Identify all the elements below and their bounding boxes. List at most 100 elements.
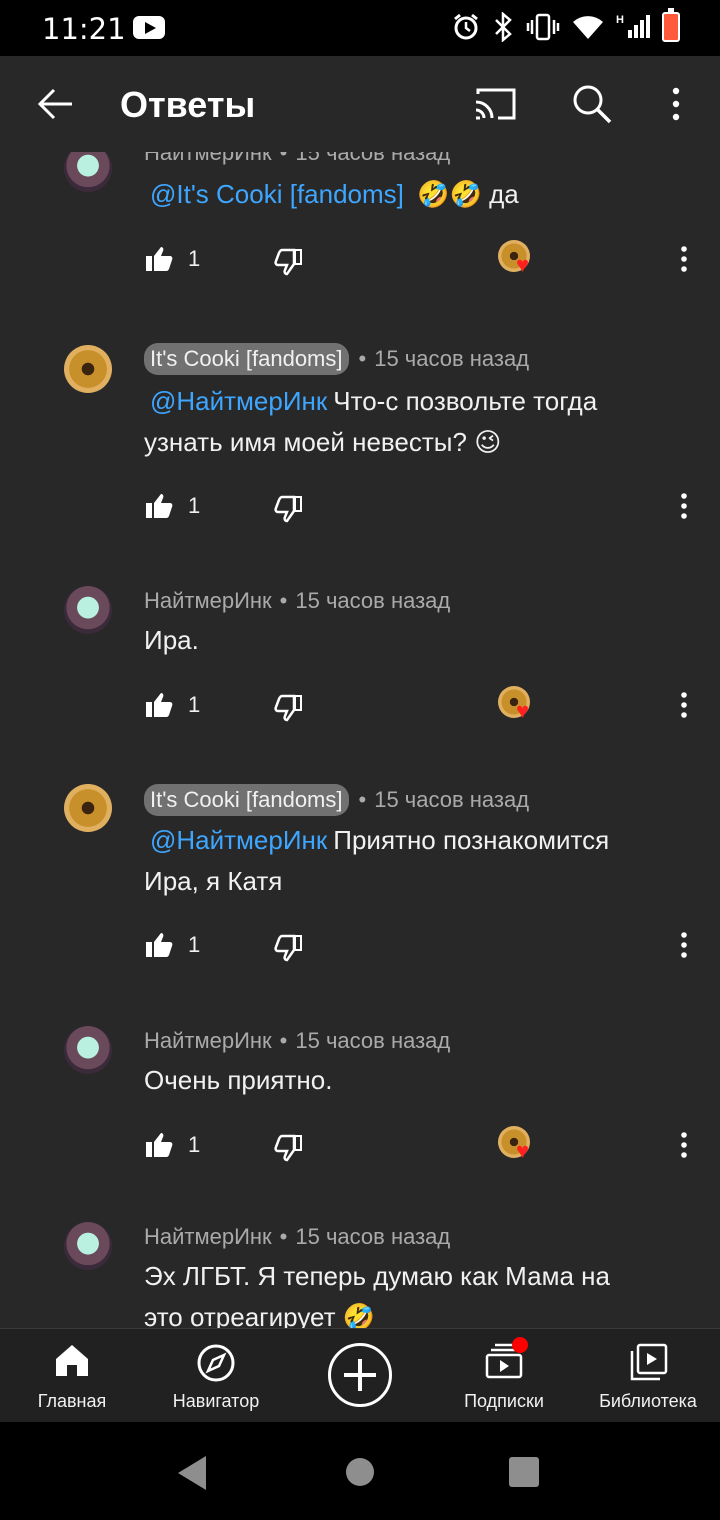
more-options-icon[interactable] — [662, 86, 690, 122]
comment-author[interactable]: НайтмерИнк — [144, 1224, 272, 1250]
avatar[interactable] — [64, 586, 112, 634]
avatar[interactable] — [64, 1026, 112, 1074]
comment-author[interactable]: НайтмерИнк — [144, 152, 272, 166]
like-count: 1 — [188, 493, 201, 518]
avatar[interactable] — [64, 1222, 112, 1270]
comment-author[interactable]: НайтмерИнк — [144, 588, 272, 614]
alarm-icon — [454, 13, 478, 40]
like-icon[interactable] — [145, 493, 175, 519]
battery-icon — [662, 8, 680, 42]
comment-text-content: Ира. — [144, 625, 199, 655]
comment-actions: 1 ♥ — [0, 1126, 720, 1166]
system-navigation-bar — [0, 1422, 720, 1520]
compass-icon — [197, 1344, 235, 1382]
cast-icon[interactable] — [474, 86, 518, 122]
like-count: 1 — [188, 246, 201, 271]
like-count: 1 — [188, 692, 201, 717]
dislike-icon[interactable] — [273, 694, 303, 722]
comment-more-icon[interactable] — [676, 244, 692, 274]
like-icon[interactable] — [145, 1132, 175, 1158]
heart-icon: ♥ — [516, 252, 530, 277]
like-icon[interactable] — [145, 692, 175, 718]
system-recents-icon[interactable] — [509, 1457, 539, 1487]
status-icons: H — [452, 8, 680, 42]
comment-text-line: узнать имя моей невесты? — [144, 427, 467, 457]
comment-emoji: 😉 — [474, 428, 502, 458]
comment-meta: НайтмерИнк • 15 часов назад — [144, 152, 450, 166]
back-arrow-icon[interactable] — [36, 84, 76, 124]
comment-text: Ира. — [144, 620, 684, 661]
mention-link[interactable]: @It's Cooki [fandoms] — [150, 179, 404, 209]
separator-dot: • — [358, 346, 367, 371]
cellular-signal-icon: H — [616, 14, 650, 40]
comment-emoji: 🤣 — [342, 1303, 376, 1328]
comment-meta: It's Cooki [fandoms] • 15 часов назад — [144, 343, 529, 375]
comment-meta: It's Cooki [fandoms] • 15 часов назад — [144, 784, 529, 816]
dislike-icon[interactable] — [273, 248, 303, 276]
comment-text: @It's Cooki [fandoms] 🤣🤣 да — [144, 174, 684, 216]
comment-author-chip[interactable]: It's Cooki [fandoms] — [144, 343, 349, 375]
separator-dot: • — [279, 152, 288, 165]
dislike-icon[interactable] — [273, 495, 303, 523]
comment-time: 15 часов назад — [295, 588, 451, 613]
page-title: Ответы — [120, 84, 256, 125]
nav-home[interactable]: Главная — [0, 1329, 144, 1423]
separator-dot: • — [358, 787, 367, 812]
dislike-icon[interactable] — [273, 1134, 303, 1162]
wifi-icon — [573, 16, 603, 39]
comment-text: Очень приятно. — [144, 1060, 684, 1101]
comment-text-line: Эх ЛГБТ. Я теперь думаю как Мама на — [144, 1261, 610, 1291]
comment-text-line: это отреагирует — [144, 1302, 336, 1328]
comment-more-icon[interactable] — [676, 930, 692, 960]
mention-link[interactable]: @НайтмерИнк — [150, 386, 327, 416]
avatar[interactable] — [64, 784, 112, 832]
comment-text-line: Приятно познакомится — [333, 825, 610, 855]
comment-text-line: Что-с позвольте тогда — [333, 386, 598, 416]
mention-link[interactable]: @НайтмерИнк — [150, 825, 327, 855]
comment-emoji: 🤣🤣 — [417, 180, 482, 210]
like-icon[interactable] — [145, 932, 175, 958]
nav-explore-label: Навигатор — [172, 1391, 260, 1411]
comment-meta: НайтмерИнк • 15 часов назад — [144, 1224, 450, 1250]
nav-explore[interactable]: Навигатор — [144, 1329, 288, 1423]
comment-text-content: да — [489, 179, 519, 209]
separator-dot: • — [279, 588, 288, 613]
comment-meta: НайтмерИнк • 15 часов назад — [144, 1028, 450, 1054]
comment-more-icon[interactable] — [676, 1130, 692, 1160]
vibrate-icon — [526, 13, 560, 41]
home-icon — [56, 1345, 88, 1376]
system-home-icon[interactable] — [346, 1458, 374, 1486]
comment-time: 15 часов назад — [374, 787, 530, 812]
app-bar: Ответы — [0, 56, 720, 152]
nav-subscriptions-label: Подписки — [464, 1391, 544, 1411]
system-back-icon[interactable] — [178, 1456, 206, 1490]
comment-author-chip[interactable]: It's Cooki [fandoms] — [144, 784, 349, 816]
comment-author[interactable]: НайтмерИнк — [144, 1028, 272, 1054]
notification-dot — [512, 1337, 528, 1353]
comment-text-line: Ира, я Катя — [144, 866, 283, 896]
like-icon[interactable] — [145, 246, 175, 272]
comment-actions: 1 — [0, 487, 720, 527]
creator-heart-badge: ♥ — [498, 686, 542, 726]
dislike-icon[interactable] — [273, 934, 303, 962]
status-bar: 11:21 H — [0, 0, 720, 56]
nav-subscriptions[interactable]: Подписки — [432, 1329, 576, 1423]
avatar[interactable] — [64, 345, 112, 393]
separator-dot: • — [279, 1028, 288, 1053]
replies-list[interactable]: НайтмерИнк • 15 часов назад @It's Cooki … — [0, 152, 720, 1328]
creator-heart-badge: ♥ — [498, 1126, 542, 1166]
comment-actions: 1 ♥ — [0, 686, 720, 726]
bottom-navigation: Главная Навигатор Подписки Библиотека — [0, 1328, 720, 1422]
heart-icon: ♥ — [516, 698, 530, 723]
comment-text: @НайтмерИнк Приятно познакомится Ира, я К… — [144, 820, 684, 902]
avatar[interactable] — [64, 152, 112, 192]
nav-library[interactable]: Библиотека — [576, 1329, 720, 1423]
comment-more-icon[interactable] — [676, 491, 692, 521]
create-button[interactable] — [328, 1343, 392, 1407]
comment-more-icon[interactable] — [676, 690, 692, 720]
comment-time: 15 часов назад — [295, 1224, 451, 1249]
comment-text: Эх ЛГБТ. Я теперь думаю как Мама на это … — [144, 1256, 684, 1328]
search-icon[interactable] — [572, 84, 612, 124]
youtube-notification-icon — [133, 16, 165, 39]
creator-heart-badge: ♥ — [498, 240, 542, 280]
